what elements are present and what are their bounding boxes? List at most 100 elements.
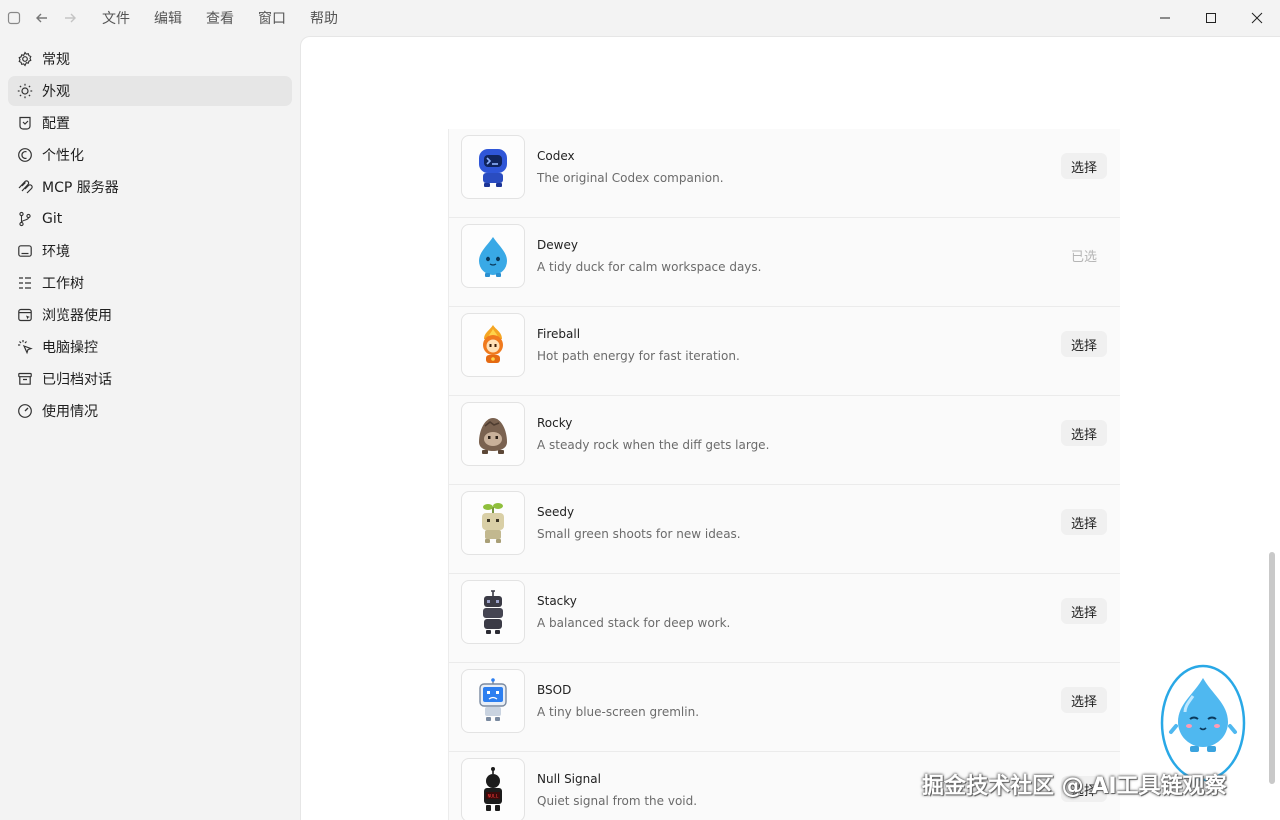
sidebar-item-usage[interactable]: 使用情况 [8,396,292,426]
pet-avatar [461,313,525,377]
watermark-text: 掘金技术社区 @ AI工具链观察 [922,774,1227,799]
list-item[interactable]: Stacky A balanced stack for deep work. 选… [449,574,1120,663]
select-button[interactable]: 选择 [1061,509,1107,535]
sidebar-item-label: 浏览器使用 [42,308,112,324]
robot-pet-icon [479,149,507,187]
window-controls [1142,0,1280,36]
pet-avatar [461,669,525,733]
droplet-pet-icon [479,237,507,277]
pet-description: A tiny blue-screen gremlin. [537,705,700,719]
pet-name: Fireball [537,327,581,341]
sidebar-item-mcp-servers[interactable]: MCP 服务器 [8,172,292,202]
pet-description: Small green shoots for new ideas. [537,527,741,541]
pet-name: BSOD [537,683,572,697]
menu-edit[interactable]: 编辑 [154,8,182,28]
droplet-pet-icon [1160,664,1246,782]
sun-icon [17,83,33,99]
personalize-icon [17,147,33,163]
sidebar-item-label: MCP 服务器 [42,180,119,196]
menu-view[interactable]: 查看 [206,8,234,28]
sidebar-item-label: 配置 [42,116,70,132]
list-item[interactable]: BSOD A tiny blue-screen gremlin. 选择 [449,663,1120,752]
pet-avatar [461,224,525,288]
select-button[interactable]: 选择 [1061,420,1107,446]
pet-name: Codex [537,149,575,163]
title-bar: 文件 编辑 查看 窗口 帮助 [0,0,1280,36]
selected-badge: 已选 [1070,249,1097,265]
back-arrow-icon[interactable] [28,0,56,36]
list-item[interactable]: Dewey A tidy duck for calm workspace day… [449,218,1120,307]
maximize-button[interactable] [1188,0,1234,36]
usage-gauge-icon [17,403,33,419]
minimize-button[interactable] [1142,0,1188,36]
sidebar-item-appearance[interactable]: 外观 [8,76,292,106]
pet-avatar: NULL [461,758,525,820]
svg-text:NULL: NULL [488,794,499,800]
maximize-icon [1206,13,1216,23]
seedling-pet-icon [482,503,504,543]
sidebar-item-label: 已归档对话 [42,372,112,388]
sidebar-item-label: 常规 [42,52,70,68]
config-icon [17,115,33,131]
pet-avatar [461,491,525,555]
select-button[interactable]: 选择 [1061,153,1107,179]
pet-name: Rocky [537,416,573,430]
sidebar-item-archived-chats[interactable]: 已归档对话 [8,364,292,394]
close-button[interactable] [1234,0,1280,36]
select-button[interactable]: 选择 [1061,687,1107,713]
sidebar-item-label: Git [42,211,63,227]
pet-name: Seedy [537,505,575,519]
pet-description: A balanced stack for deep work. [537,616,731,630]
sidebar-item-label: 个性化 [42,148,84,164]
pet-name: Dewey [537,238,578,252]
scrollbar-thumb[interactable] [1269,552,1275,784]
select-button[interactable]: 选择 [1061,331,1107,357]
null-signal-pet-icon: NULL [484,767,502,811]
pet-name: Stacky [537,594,577,608]
sidebar-item-worktree[interactable]: 工作树 [8,268,292,298]
list-item[interactable]: Rocky A steady rock when the diff gets l… [449,396,1120,485]
pet-description: The original Codex companion. [537,171,724,185]
menu-file[interactable]: 文件 [102,8,130,28]
sidebar-item-label: 工作树 [42,276,84,292]
sidebar-item-environment[interactable]: 环境 [8,236,292,266]
worktree-icon [17,275,33,291]
menu-window[interactable]: 窗口 [258,8,286,28]
mcp-icon [17,179,33,195]
sidebar-item-label: 外观 [42,84,70,100]
sidebar-toggle-icon[interactable] [0,0,28,36]
pet-description: A tidy duck for calm workspace days. [537,260,762,274]
environment-icon [17,243,33,259]
floating-pet-overlay[interactable] [1160,664,1246,782]
archive-icon [17,371,33,387]
pet-description: A steady rock when the diff gets large. [537,438,770,452]
sidebar-item-git[interactable]: Git [8,204,292,234]
pet-name: Null Signal [537,772,601,786]
close-icon [1251,12,1263,24]
sidebar-item-personalization[interactable]: 个性化 [8,140,292,170]
list-item[interactable]: Codex The original Codex companion. 选择 [449,129,1120,218]
menu-bar: 文件 编辑 查看 窗口 帮助 [102,8,362,28]
sidebar-item-browser-use[interactable]: 浏览器使用 [8,300,292,330]
sidebar-item-general[interactable]: 常规 [8,44,292,74]
rock-pet-icon [479,418,507,454]
sidebar-item-label: 环境 [42,244,70,260]
computer-control-icon [17,339,33,355]
pet-list: Codex The original Codex companion. 选择 D… [448,129,1120,820]
list-item[interactable]: Seedy Small green shoots for new ideas. … [449,485,1120,574]
list-item[interactable]: Fireball Hot path energy for fast iterat… [449,307,1120,396]
pet-description: Quiet signal from the void. [537,794,698,808]
pet-description: Hot path energy for fast iteration. [537,349,740,363]
menu-help[interactable]: 帮助 [310,8,338,28]
pet-avatar [461,402,525,466]
pet-avatar [461,580,525,644]
browser-icon [17,307,33,323]
stack-pet-icon [483,590,503,634]
sidebar-item-config[interactable]: 配置 [8,108,292,138]
select-button[interactable]: 选择 [1061,598,1107,624]
settings-sidebar: 常规 外观 配置 个性化 MCP 服务器 Git 环境 工作树 浏览器使用 电脑… [0,44,300,428]
forward-arrow-icon[interactable] [56,0,84,36]
sidebar-item-computer-control[interactable]: 电脑操控 [8,332,292,362]
minimize-icon [1160,17,1170,19]
sidebar-item-label: 使用情况 [42,404,98,420]
